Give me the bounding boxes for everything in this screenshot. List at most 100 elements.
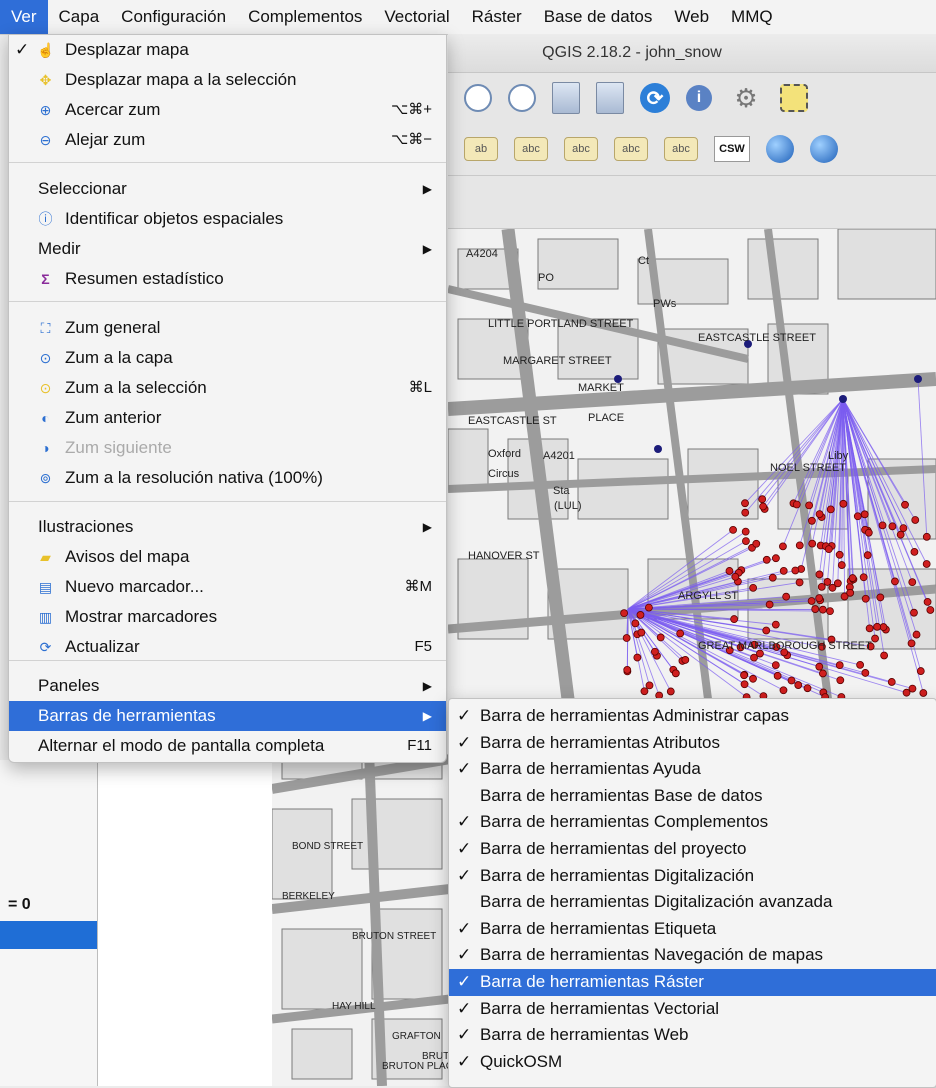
menu-item-ilustraciones[interactable]: Ilustraciones▶ [9,512,446,542]
menu-item-label: Mostrar marcadores [65,602,217,632]
death-point [792,567,799,574]
checkmark-icon: ✓ [457,809,471,836]
death-point [731,616,738,623]
menu-item-acercar-zum[interactable]: ⊕Acercar zum⌥⌘+ [9,95,446,125]
menu-shortcut: ⌥⌘+ [391,95,432,125]
menu-item-zum-general[interactable]: ⛶Zum general [9,313,446,343]
label-abc-eye-icon[interactable]: abc [514,137,548,161]
menu-item-zum-a-la-seleccion[interactable]: ⊙Zum a la selección⌘L [9,373,446,403]
toolbar-toggle-label: QuickOSM [480,1049,562,1076]
sigma-icon: Σ [37,271,54,288]
submenu-arrow-icon: ▶ [423,671,432,701]
menubar-item-ver[interactable]: Ver [0,0,48,34]
menubar-item-configuración[interactable]: Configuración [110,0,237,34]
menubar-item-base-de-datos[interactable]: Base de datos [533,0,664,34]
toolbar-toggle-item[interactable]: ✓Barra de herramientas Vectorial [449,996,936,1023]
toolbar-toggle-item[interactable]: ✓Barra de herramientas del proyecto [449,836,936,863]
action-gear-icon[interactable]: ⚙ [728,82,764,114]
map-canvas[interactable]: CtPOPWsA4204LITTLE PORTLAND STREETMARGAR… [448,229,936,699]
map-label: MARGARET STREET [503,355,612,367]
menu-item-zum-a-la-capa[interactable]: ⊙Zum a la capa [9,343,446,373]
death-point [910,609,917,616]
toolbar-toggle-item[interactable]: ✓Barra de herramientas Web [449,1022,936,1049]
show-bookmarks-icon[interactable] [596,82,624,114]
toolbar-toggle-item[interactable]: ✓Barra de herramientas Navegación de map… [449,942,936,969]
city-block [578,459,668,519]
menu-item-alternar-el-modo-de-pantalla-completa[interactable]: Alternar el modo de pantalla completaF11 [9,731,446,761]
web-globe-search-icon[interactable] [810,135,838,163]
label-abc-edit-icon[interactable]: abc [664,137,698,161]
menu-item-avisos-del-mapa[interactable]: ▰Avisos del mapa [9,542,446,572]
menu-item-barras-de-herramientas[interactable]: Barras de herramientas▶ [9,701,446,731]
checkmark-icon: ✓ [457,1022,471,1049]
death-point [645,604,652,611]
menubar-item-capa[interactable]: Capa [48,0,111,34]
toolbar-toggle-item[interactable]: ✓Barra de herramientas Ráster [449,969,936,996]
pan-hand-icon: ☝ [37,42,54,59]
menu-item-nuevo-marcador[interactable]: ▤Nuevo marcador...⌘M [9,572,446,602]
map-label: ARGYLL ST [678,590,738,602]
menubar-item-complementos[interactable]: Complementos [237,0,373,34]
menu-item-alejar-zum[interactable]: ⊖Alejar zum⌥⌘− [9,125,446,155]
toolbar-toggle-item[interactable]: ✓QuickOSM [449,1049,936,1076]
menu-item-seleccionar[interactable]: Seleccionar▶ [9,174,446,204]
death-point [917,668,924,675]
map-label: A4204 [466,248,498,260]
submenu-arrow-icon: ▶ [423,234,432,264]
map-label: Ct [638,255,649,267]
toolbar-toggle-label: Barra de herramientas Digitalización [480,863,754,890]
label-abc-move-icon[interactable]: abc [564,137,598,161]
selected-row[interactable] [0,921,97,949]
menu-separator [9,301,446,302]
menu-item-paneles[interactable]: Paneles▶ [9,671,446,701]
menubar-item-mmq[interactable]: MMQ [720,0,784,34]
menu-item-mostrar-marcadores[interactable]: ▥Mostrar marcadores [9,602,446,632]
new-bookmark-icon[interactable] [552,82,580,114]
menu-item-medir[interactable]: Medir▶ [9,234,446,264]
menu-item-label: Alejar zum [65,125,145,155]
toolbar-toggle-item[interactable]: ✓Barra de herramientas Digitalización [449,863,936,890]
menubar-item-vectorial[interactable]: Vectorial [373,0,460,34]
zoom-last-icon[interactable] [464,84,492,112]
menubar-item-web[interactable]: Web [663,0,720,34]
select-features-icon[interactable] [780,84,808,112]
label-abc-rotate-icon[interactable]: abc [614,137,648,161]
toolbar-toggle-item[interactable]: Barra de herramientas Base de datos [449,783,936,810]
toolbar-toggle-item[interactable]: ✓Barra de herramientas Atributos [449,730,936,757]
zoom-next-icon[interactable] [508,84,536,112]
death-point [742,500,749,507]
menu-item-desplazar-mapa-a-la-seleccion[interactable]: ✥Desplazar mapa a la selección [9,65,446,95]
identify-icon: ⓘ [37,211,54,228]
checkmark-icon: ✓ [457,942,471,969]
menu-item-actualizar[interactable]: ⟳ActualizarF5 [9,632,446,662]
csw-icon[interactable]: CSW [714,136,750,162]
checkmark-icon: ✓ [457,836,471,863]
menubar-item-ráster[interactable]: Ráster [461,0,533,34]
toolbar-toggle-item[interactable]: ✓ Barra de herramientas Complementos [449,809,936,836]
map-tips-icon: ▰ [37,549,54,566]
menu-item-zum-a-la-resolucion-nativa-100[interactable]: ⊚Zum a la resolución nativa (100%) [9,463,446,493]
web-globe-add-icon[interactable] [766,135,794,163]
toolbar-toggle-label: Barra de herramientas Complementos [480,809,768,836]
toolbar-toggle-item[interactable]: ✓Barra de herramientas Ayuda [449,756,936,783]
death-point [808,597,815,604]
death-point [677,630,684,637]
menu-item-zum-anterior[interactable]: ◐Zum anterior [9,403,446,433]
city-block [838,229,936,299]
checkmark-icon: ✓ [457,996,471,1023]
identify-icon[interactable]: i [686,85,712,111]
map-label: BERKELEY [282,891,335,902]
map-label: Sta [553,485,570,497]
city-block [748,239,818,299]
death-point [909,579,916,586]
label-ab-icon[interactable]: ab [464,137,498,161]
toolbar-toggle-item[interactable]: ✓Barra de herramientas Administrar capas [449,703,936,730]
death-point [742,538,749,545]
refresh-icon[interactable]: ⟳ [640,83,670,113]
submenu-arrow-icon: ▶ [423,174,432,204]
menu-item-resumen-estadistico[interactable]: ΣResumen estadístico [9,264,446,294]
toolbar-toggle-item[interactable]: ✓Barra de herramientas Etiqueta [449,916,936,943]
menu-item-desplazar-mapa[interactable]: ✓☝Desplazar mapa [9,35,446,65]
menu-item-identificar-objetos-espaciales[interactable]: ⓘIdentificar objetos espaciales [9,204,446,234]
toolbar-toggle-item[interactable]: Barra de herramientas Digitalización ava… [449,889,936,916]
